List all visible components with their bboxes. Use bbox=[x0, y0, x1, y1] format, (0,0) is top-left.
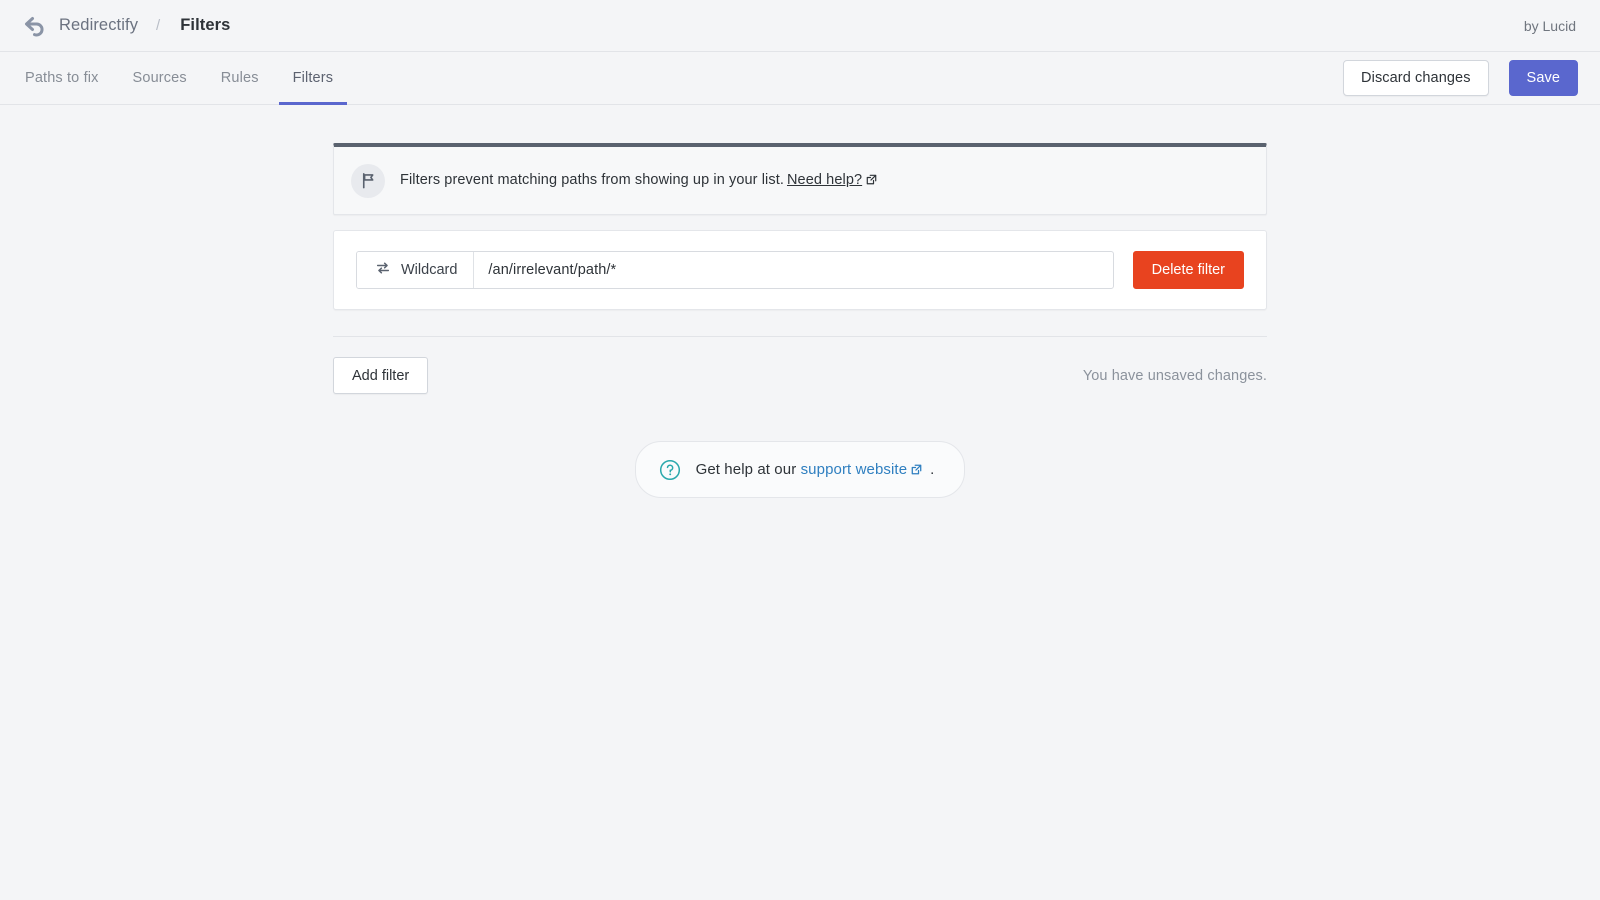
help-pill: Get help at our support website. bbox=[634, 441, 966, 498]
tab-filters[interactable]: Filters bbox=[278, 53, 348, 105]
flag-icon bbox=[351, 163, 385, 198]
brand-name[interactable]: Redirectify bbox=[59, 16, 138, 35]
help-pill-text: Get help at our support website. bbox=[696, 461, 935, 479]
breadcrumb-separator: / bbox=[156, 17, 161, 34]
filter-row: Wildcard Delete filter bbox=[356, 251, 1244, 289]
section-divider bbox=[333, 336, 1267, 337]
filter-field-group: Wildcard bbox=[356, 251, 1114, 289]
panel-wrapper: Filters prevent matching paths from show… bbox=[333, 143, 1267, 394]
discard-changes-button[interactable]: Discard changes bbox=[1343, 60, 1489, 96]
tab-bar: Paths to fix Sources Rules Filters Disca… bbox=[0, 52, 1600, 105]
save-button[interactable]: Save bbox=[1508, 60, 1578, 96]
filter-footer: Add filter You have unsaved changes. bbox=[333, 357, 1267, 394]
info-banner: Filters prevent matching paths from show… bbox=[333, 143, 1267, 215]
need-help-link[interactable]: Need help? bbox=[787, 172, 862, 188]
filter-path-input[interactable] bbox=[474, 252, 1113, 288]
delete-filter-button[interactable]: Delete filter bbox=[1132, 251, 1244, 289]
tab-bar-actions: Discard changes Save bbox=[1343, 52, 1578, 104]
filter-card: Wildcard Delete filter bbox=[333, 230, 1267, 310]
support-website-link[interactable]: support website bbox=[801, 461, 908, 478]
tab-paths-to-fix[interactable]: Paths to fix bbox=[11, 53, 113, 105]
banner-message-text: Filters prevent matching paths from show… bbox=[400, 172, 784, 188]
unsaved-changes-status: You have unsaved changes. bbox=[1082, 367, 1267, 384]
swap-arrows-icon bbox=[375, 260, 391, 280]
redirect-arrow-icon[interactable] bbox=[22, 13, 48, 39]
banner-message: Filters prevent matching paths from show… bbox=[400, 172, 877, 189]
attribution-label: by Lucid bbox=[1523, 17, 1576, 34]
tab-sources[interactable]: Sources bbox=[119, 53, 201, 105]
question-circle-icon bbox=[658, 458, 682, 482]
tab-list: Paths to fix Sources Rules Filters bbox=[8, 52, 350, 105]
breadcrumb: Redirectify / Filters bbox=[22, 13, 230, 39]
help-suffix-text: . bbox=[930, 460, 935, 478]
external-link-icon bbox=[866, 173, 877, 189]
top-bar: Redirectify / Filters by Lucid bbox=[0, 0, 1600, 52]
external-link-icon bbox=[911, 462, 922, 479]
tab-rules[interactable]: Rules bbox=[207, 53, 273, 105]
main-content: Filters prevent matching paths from show… bbox=[0, 105, 1600, 498]
match-type-selector[interactable]: Wildcard bbox=[357, 252, 475, 288]
match-type-label: Wildcard bbox=[401, 262, 458, 278]
page-title: Filters bbox=[180, 16, 231, 34]
help-prefix-text: Get help at our bbox=[695, 460, 797, 478]
add-filter-button[interactable]: Add filter bbox=[333, 357, 429, 394]
